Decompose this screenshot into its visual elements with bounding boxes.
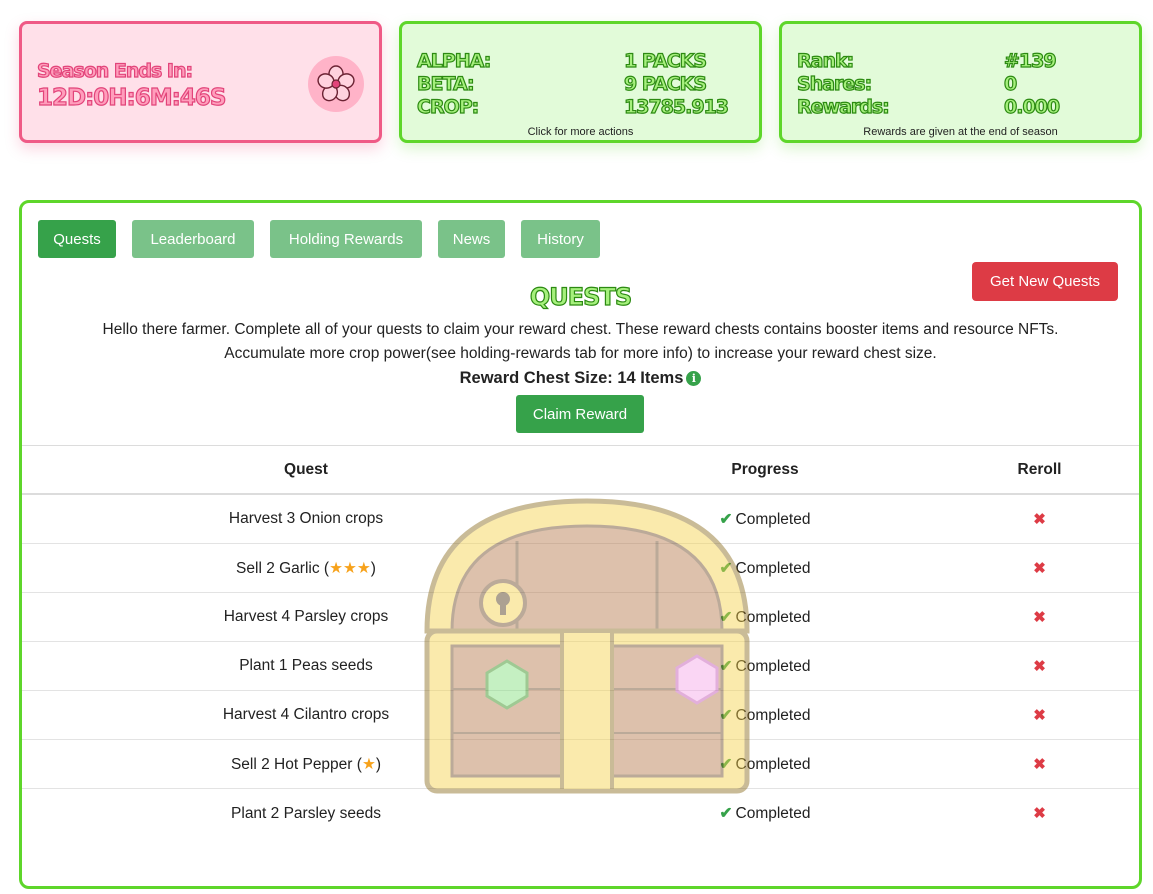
check-icon: ✔: [719, 510, 733, 528]
quest-name: Sell 2 Hot Pepper (★): [230, 755, 382, 773]
col-progress: Progress: [731, 460, 799, 478]
wallet-alpha-value: 1 PACKS: [623, 49, 707, 72]
check-icon: ✔: [719, 706, 733, 724]
table-row: Harvest 4 Cilantro crops ✔ Completed ✖: [22, 691, 1139, 740]
tab-leaderboard[interactable]: Leaderboard: [132, 220, 254, 258]
quest-name: Sell 2 Garlic (★★★): [236, 559, 376, 577]
table-row: Harvest 3 Onion crops ✔ Completed ✖: [22, 495, 1139, 544]
quest-name: Harvest 4 Cilantro crops: [222, 706, 390, 723]
check-icon: ✔: [719, 805, 733, 822]
x-icon[interactable]: ✖: [1033, 805, 1046, 822]
rank-value: #139: [1003, 49, 1057, 72]
wallet-alpha-label: ALPHA:: [416, 49, 492, 72]
season-label: Season Ends In:: [36, 59, 193, 82]
star-icon: ★: [361, 755, 376, 773]
quest-name: Harvest 3 Onion crops: [228, 510, 384, 527]
wallet-beta-value: 9 PACKS: [623, 72, 707, 95]
season-card: Season Ends In: 12D:0H:6M:46S: [19, 21, 382, 143]
table-row: Sell 2 Garlic (★★★) ✔ Completed ✖: [22, 544, 1139, 593]
tab-quests[interactable]: Quests: [38, 220, 116, 258]
wallet-note: Click for more actions: [527, 126, 634, 138]
shares-value: 0: [1003, 72, 1017, 95]
table-row: Plant 1 Peas seeds ✔ Completed ✖: [22, 642, 1139, 691]
table-header: Quest Progress Reroll: [22, 445, 1139, 495]
check-icon: ✔: [719, 608, 733, 626]
quest-name: Plant 2 Parsley seeds: [231, 804, 381, 822]
quest-progress: ✔ Completed: [719, 608, 811, 626]
rewards-note: Rewards are given at the end of season: [863, 126, 1058, 138]
intro-line-2: Accumulate more crop power(see holding-r…: [224, 345, 937, 362]
check-icon: ✔: [719, 657, 733, 675]
flower-icon: [308, 56, 364, 112]
quests-table: Quest Progress Reroll Harvest 3 Onion cr…: [22, 445, 1139, 838]
x-icon[interactable]: ✖: [1033, 756, 1046, 773]
wallet-card[interactable]: ALPHA: 1 PACKS BETA: 9 PACKS CROP: 13785…: [399, 21, 762, 143]
rank-label: Rank:: [796, 49, 854, 72]
quest-progress: ✔ Completed: [719, 706, 811, 724]
intro-line-1: Hello there farmer. Complete all of your…: [102, 321, 1059, 338]
check-icon: ✔: [719, 755, 733, 773]
reward-chest-size: Reward Chest Size: 14 Items i: [22, 369, 1139, 388]
shares-label: Shares:: [796, 72, 872, 95]
x-icon[interactable]: ✖: [1033, 658, 1046, 675]
quest-name: Plant 1 Peas seeds: [239, 657, 373, 674]
tab-news[interactable]: News: [438, 220, 505, 258]
quests-intro: Hello there farmer. Complete all of your…: [22, 318, 1139, 366]
rewards-label: Rewards:: [796, 95, 890, 118]
col-reroll: Reroll: [1017, 460, 1062, 478]
info-icon[interactable]: i: [686, 371, 702, 386]
tab-history[interactable]: History: [521, 220, 600, 258]
quest-progress: ✔ Completed: [719, 657, 811, 675]
quest-progress: ✔ Completed: [719, 755, 811, 773]
rewards-value: 0.000: [1003, 95, 1060, 118]
x-icon[interactable]: ✖: [1033, 511, 1046, 528]
wallet-crop-label: CROP:: [416, 95, 479, 118]
table-row: Plant 2 Parsley seeds ✔ Completed ✖: [22, 789, 1139, 838]
x-icon[interactable]: ✖: [1033, 609, 1046, 626]
check-icon: ✔: [719, 559, 733, 577]
quest-progress: ✔ Completed: [719, 510, 811, 528]
quest-progress: ✔ Completed: [719, 559, 811, 577]
quests-title: QUESTS: [529, 282, 632, 311]
tab-holding-rewards[interactable]: Holding Rewards: [270, 220, 422, 258]
table-row: Sell 2 Hot Pepper (★) ✔ Completed ✖: [22, 740, 1139, 789]
quest-name: Harvest 4 Parsley crops: [223, 608, 389, 625]
wallet-beta-label: BETA:: [416, 72, 475, 95]
star-icon: ★★★: [329, 559, 371, 577]
x-icon[interactable]: ✖: [1033, 707, 1046, 724]
wallet-crop-value: 13785.913: [623, 95, 729, 118]
chest-size-text: Reward Chest Size: 14 Items: [459, 369, 684, 387]
season-countdown: 12D:0H:6M:46S: [36, 84, 227, 111]
x-icon[interactable]: ✖: [1033, 560, 1046, 577]
rank-card: Rank: #139 Shares: 0 Rewards: 0.000 Rewa…: [779, 21, 1142, 143]
claim-reward-button[interactable]: Claim Reward: [516, 395, 644, 433]
col-quest: Quest: [284, 460, 328, 478]
quest-progress: ✔ Completed: [719, 805, 811, 822]
table-row: Harvest 4 Parsley crops ✔ Completed ✖: [22, 593, 1139, 642]
quests-panel: Quests Leaderboard Holding Rewards News …: [19, 200, 1142, 889]
